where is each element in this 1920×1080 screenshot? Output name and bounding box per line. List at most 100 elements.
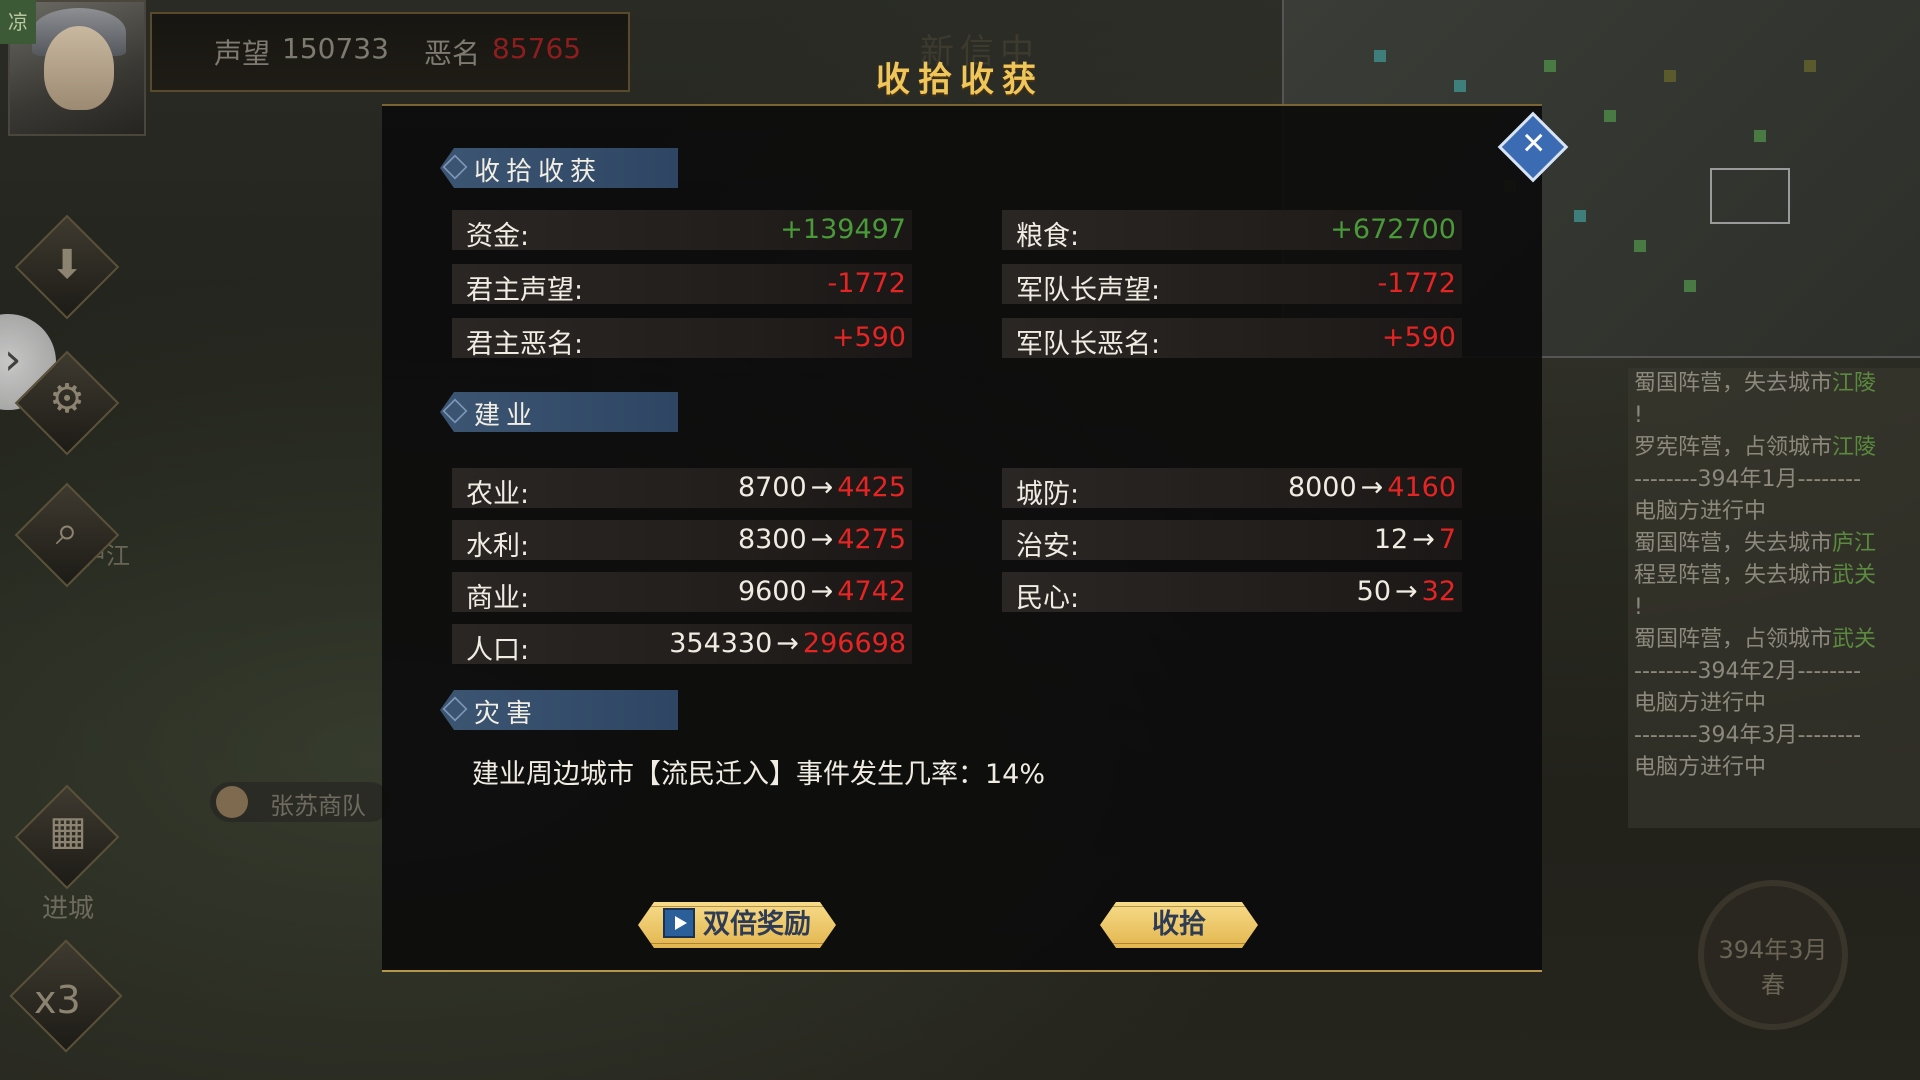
stat-change: 8700 → 4425 bbox=[738, 472, 906, 503]
date-season: 春 bbox=[1761, 971, 1785, 999]
stat-label: 军队长恶名: bbox=[1016, 329, 1161, 360]
speed-label: x3 bbox=[34, 978, 81, 1022]
stat-label: 民心: bbox=[1016, 583, 1080, 614]
arrow-right-icon: → bbox=[776, 628, 799, 659]
stat-row-morale: 民心: 50 → 32 bbox=[1002, 572, 1462, 614]
log-entry: --------394年1月-------- bbox=[1634, 467, 1862, 492]
stat-label: 资金: bbox=[466, 221, 530, 252]
log-entry: --------394年3月-------- bbox=[1634, 723, 1862, 748]
new-value: 4275 bbox=[837, 524, 906, 555]
stat-row-agriculture: 农业: 8700 → 4425 bbox=[452, 468, 912, 510]
search-button[interactable]: ⌕ bbox=[14, 482, 120, 588]
new-value: 32 bbox=[1421, 576, 1456, 607]
stat-value: +672700 bbox=[1330, 214, 1456, 245]
double-reward-button[interactable]: 双倍奖励 bbox=[638, 902, 836, 948]
section-title: 灾害 bbox=[474, 699, 539, 729]
stat-value: +139497 bbox=[780, 214, 906, 245]
log-entry: 蜀国阵营，失去城市江陵 bbox=[1634, 371, 1877, 396]
section-title: 建业 bbox=[474, 401, 539, 431]
minimap-viewport[interactable] bbox=[1710, 168, 1790, 224]
collect-button[interactable]: 收拾 bbox=[1100, 902, 1258, 948]
search-icon: ⌕ bbox=[55, 508, 79, 554]
new-value: 7 bbox=[1438, 524, 1456, 555]
old-value: 12 bbox=[1373, 524, 1409, 555]
new-value: 4160 bbox=[1387, 472, 1456, 503]
section-header-city: 建业 bbox=[440, 392, 678, 432]
stat-label: 君主声望: bbox=[466, 275, 584, 306]
log-entry: 罗宪阵营，占领城市江陵 bbox=[1634, 435, 1877, 460]
stat-change: 354330 → 296698 bbox=[669, 628, 906, 659]
arrow-right-icon: → bbox=[1395, 576, 1418, 607]
log-entry: 蜀国阵营，失去城市庐江 bbox=[1634, 531, 1877, 556]
stat-label: 水利: bbox=[466, 531, 530, 562]
arrow-right-icon: → bbox=[810, 576, 834, 607]
log-entry: 电脑方进行中 bbox=[1634, 691, 1767, 716]
stat-row-commander-infamy: 军队长恶名: +590 bbox=[1002, 318, 1462, 360]
stat-label: 城防: bbox=[1016, 479, 1080, 510]
stat-row-food: 粮食: +672700 bbox=[1002, 210, 1462, 252]
stat-label: 粮食: bbox=[1016, 221, 1080, 252]
speed-button[interactable]: x3 bbox=[9, 939, 123, 1053]
stat-change: 9600 → 4742 bbox=[738, 576, 906, 607]
gear-icon: ⚙ bbox=[49, 376, 85, 422]
old-value: 8000 bbox=[1287, 472, 1357, 503]
stat-row-lord-infamy: 君主恶名: +590 bbox=[452, 318, 912, 360]
caravan-tag[interactable]: 张苏商队 bbox=[210, 782, 390, 822]
new-value: 4425 bbox=[837, 472, 906, 503]
log-entry: 电脑方进行中 bbox=[1634, 755, 1767, 780]
stat-value: -1772 bbox=[827, 268, 906, 299]
chevron-right-icon: › bbox=[4, 334, 22, 385]
stat-change: 12 → 7 bbox=[1374, 524, 1456, 555]
stat-change: 8000 → 4160 bbox=[1288, 472, 1456, 503]
log-entry: 蜀国阵营，占领城市武关 bbox=[1634, 627, 1877, 652]
event-log[interactable]: 蜀国阵营，失去城市江陵 ! 罗宪阵营，占领城市江陵 --------394年1月… bbox=[1628, 368, 1920, 828]
faction-tag: 凉 bbox=[0, 0, 36, 44]
arrow-right-icon: → bbox=[810, 524, 834, 555]
stat-label: 商业: bbox=[466, 583, 530, 614]
log-entry: 电脑方进行中 bbox=[1634, 499, 1767, 524]
bookmark-button[interactable]: ⬇ bbox=[14, 214, 120, 320]
log-entry: ! bbox=[1634, 403, 1643, 428]
stat-row-security: 治安: 12 → 7 bbox=[1002, 520, 1462, 562]
minimap-city bbox=[1634, 240, 1646, 252]
section-title: 收拾收获 bbox=[474, 157, 603, 187]
stat-label: 军队长声望: bbox=[1016, 275, 1161, 306]
caravan-avatar bbox=[216, 786, 248, 818]
old-value: 354330 bbox=[669, 628, 773, 659]
section-header-disaster: 灾害 bbox=[440, 690, 678, 730]
stat-row-funds: 资金: +139497 bbox=[452, 210, 912, 252]
caravan-label: 张苏商队 bbox=[270, 792, 366, 820]
stat-label: 治安: bbox=[1016, 531, 1080, 562]
stat-label: 农业: bbox=[466, 479, 530, 510]
stat-value: -1772 bbox=[1377, 268, 1456, 299]
video-play-icon bbox=[663, 908, 695, 938]
stat-row-defense: 城防: 8000 → 4160 bbox=[1002, 468, 1462, 510]
old-value: 9600 bbox=[737, 576, 807, 607]
date-month: 394年3月 bbox=[1718, 936, 1828, 964]
stat-row-commander-prestige: 军队长声望: -1772 bbox=[1002, 264, 1462, 306]
button-border bbox=[1104, 906, 1254, 944]
settings-button[interactable]: ⚙ bbox=[14, 350, 120, 456]
minimap-city bbox=[1604, 110, 1616, 122]
stat-row-lord-prestige: 君主声望: -1772 bbox=[452, 264, 912, 306]
harvest-dialog: 收拾收获 资金: +139497 君主声望: -1772 君主恶名: +590 … bbox=[382, 104, 1542, 972]
new-value: 296698 bbox=[802, 628, 906, 659]
stat-row-population: 人口: 354330 → 296698 bbox=[452, 624, 912, 666]
enter-city-button[interactable]: ▦ 进城 bbox=[14, 784, 120, 925]
section-header-harvest: 收拾收获 bbox=[440, 148, 678, 188]
stat-change: 8300 → 4275 bbox=[738, 524, 906, 555]
bookmark-icon: ⬇ bbox=[50, 242, 84, 288]
minimap-city bbox=[1754, 130, 1766, 142]
minimap-city bbox=[1574, 210, 1586, 222]
log-entry: 程昱阵营，失去城市武关 bbox=[1634, 563, 1877, 588]
dialog-title: 收拾收获 bbox=[876, 60, 1044, 100]
log-entry: ! bbox=[1634, 595, 1643, 620]
date-medallion[interactable]: 394年3月 春 bbox=[1698, 880, 1848, 1030]
stat-row-commerce: 商业: 9600 → 4742 bbox=[452, 572, 912, 614]
old-value: 8700 bbox=[737, 472, 807, 503]
old-value: 8300 bbox=[737, 524, 807, 555]
enter-city-label: 进城 bbox=[41, 894, 94, 924]
arrow-right-icon: → bbox=[1360, 472, 1384, 503]
stat-change: 50 → 32 bbox=[1357, 576, 1456, 607]
minimap-city bbox=[1684, 280, 1696, 292]
